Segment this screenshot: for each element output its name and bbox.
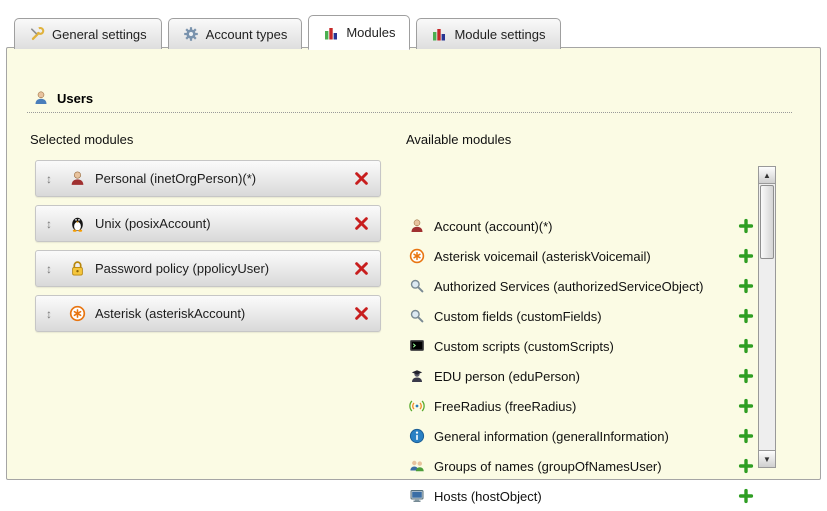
asterisk-icon — [69, 305, 86, 322]
tab-general-settings[interactable]: General settings — [14, 18, 162, 49]
available-module-row: Groups of names (groupOfNamesUser) — [409, 451, 754, 481]
add-icon[interactable] — [738, 308, 754, 324]
group-icon — [409, 458, 425, 474]
modules-icon — [431, 26, 447, 42]
scroll-up-button[interactable]: ▲ — [759, 167, 775, 184]
section-divider — [27, 112, 792, 113]
module-label: Custom scripts (customScripts) — [434, 339, 729, 354]
selected-module-row: ↕ Unix (posixAccount) — [35, 205, 381, 242]
tab-account-types[interactable]: Account types — [168, 18, 303, 49]
module-label: Hosts (hostObject) — [434, 489, 729, 504]
user-icon — [33, 90, 49, 106]
host-icon — [409, 488, 425, 504]
section-header-users: Users — [33, 90, 93, 106]
drag-handle-icon[interactable]: ↕ — [44, 173, 54, 185]
available-module-row: Account (account)(*) — [409, 211, 754, 241]
add-icon[interactable] — [738, 488, 754, 504]
module-label: Groups of names (groupOfNamesUser) — [434, 459, 729, 474]
person-icon — [69, 170, 86, 187]
section-title: Users — [57, 91, 93, 106]
available-module-row: FreeRadius (freeRadius) — [409, 391, 754, 421]
add-icon[interactable] — [738, 398, 754, 414]
add-icon[interactable] — [738, 218, 754, 234]
selected-module-row: ↕ Asterisk (asteriskAccount) — [35, 295, 381, 332]
selected-module-row: ↕ Personal (inetOrgPerson)(*) — [35, 160, 381, 197]
module-label: Authorized Services (authorizedServiceOb… — [434, 279, 729, 294]
tab-bar: General settings Account types Modules M… — [14, 18, 561, 50]
module-label: FreeRadius (freeRadius) — [434, 399, 729, 414]
delete-icon[interactable] — [353, 170, 370, 187]
module-label: Password policy (ppolicyUser) — [95, 261, 338, 276]
module-label: Account (account)(*) — [434, 219, 729, 234]
available-module-row: Asterisk voicemail (asteriskVoicemail) — [409, 241, 754, 271]
info-icon — [409, 428, 425, 444]
module-label: Asterisk (asteriskAccount) — [95, 306, 338, 321]
magnifier-icon — [409, 308, 425, 324]
add-icon[interactable] — [738, 278, 754, 294]
selected-modules-list: ↕ Personal (inetOrgPerson)(*) ↕ Unix (po… — [35, 160, 381, 340]
tools-icon — [29, 26, 45, 42]
drag-handle-icon[interactable]: ↕ — [44, 218, 54, 230]
add-icon[interactable] — [738, 338, 754, 354]
tab-module-settings[interactable]: Module settings — [416, 18, 560, 49]
magnifier-icon — [409, 278, 425, 294]
module-label: Personal (inetOrgPerson)(*) — [95, 171, 338, 186]
asterisk-icon — [409, 248, 425, 264]
module-label: Custom fields (customFields) — [434, 309, 729, 324]
add-icon[interactable] — [738, 368, 754, 384]
delete-icon[interactable] — [353, 215, 370, 232]
tab-label: General settings — [52, 27, 147, 42]
available-modules-list: Account (account)(*) Asterisk voicemail … — [409, 211, 754, 511]
selected-modules-title: Selected modules — [30, 132, 133, 147]
tab-label: Modules — [346, 25, 395, 40]
edu-person-icon — [409, 368, 425, 384]
add-icon[interactable] — [738, 428, 754, 444]
tab-label: Module settings — [454, 27, 545, 42]
scrollbar-thumb[interactable] — [760, 185, 774, 259]
modules-panel: Users Selected modules Available modules… — [6, 47, 821, 480]
delete-icon[interactable] — [353, 305, 370, 322]
module-label: General information (generalInformation) — [434, 429, 729, 444]
tab-label: Account types — [206, 27, 288, 42]
tab-modules[interactable]: Modules — [308, 15, 410, 50]
available-modules-title: Available modules — [406, 132, 511, 147]
available-module-row: Authorized Services (authorizedServiceOb… — [409, 271, 754, 301]
selected-module-row: ↕ Password policy (ppolicyUser) — [35, 250, 381, 287]
available-module-row: Hosts (hostObject) — [409, 481, 754, 511]
terminal-icon — [409, 338, 425, 354]
scroll-down-button[interactable]: ▼ — [759, 450, 775, 467]
delete-icon[interactable] — [353, 260, 370, 277]
add-icon[interactable] — [738, 458, 754, 474]
drag-handle-icon[interactable]: ↕ — [44, 263, 54, 275]
drag-handle-icon[interactable]: ↕ — [44, 308, 54, 320]
padlock-icon — [69, 260, 86, 277]
module-label: EDU person (eduPerson) — [434, 369, 729, 384]
radius-icon — [409, 398, 425, 414]
gear-icon — [183, 26, 199, 42]
module-label: Asterisk voicemail (asteriskVoicemail) — [434, 249, 729, 264]
lam-configuration-page: General settings Account types Modules M… — [0, 0, 827, 487]
add-icon[interactable] — [738, 248, 754, 264]
module-label: Unix (posixAccount) — [95, 216, 338, 231]
available-module-row: Custom fields (customFields) — [409, 301, 754, 331]
available-module-row: Custom scripts (customScripts) — [409, 331, 754, 361]
available-module-row: General information (generalInformation) — [409, 421, 754, 451]
available-modules-scrollbar[interactable]: ▲ ▼ — [758, 166, 776, 468]
available-module-row: EDU person (eduPerson) — [409, 361, 754, 391]
modules-icon — [323, 25, 339, 41]
person-icon — [409, 218, 425, 234]
penguin-icon — [69, 215, 86, 232]
